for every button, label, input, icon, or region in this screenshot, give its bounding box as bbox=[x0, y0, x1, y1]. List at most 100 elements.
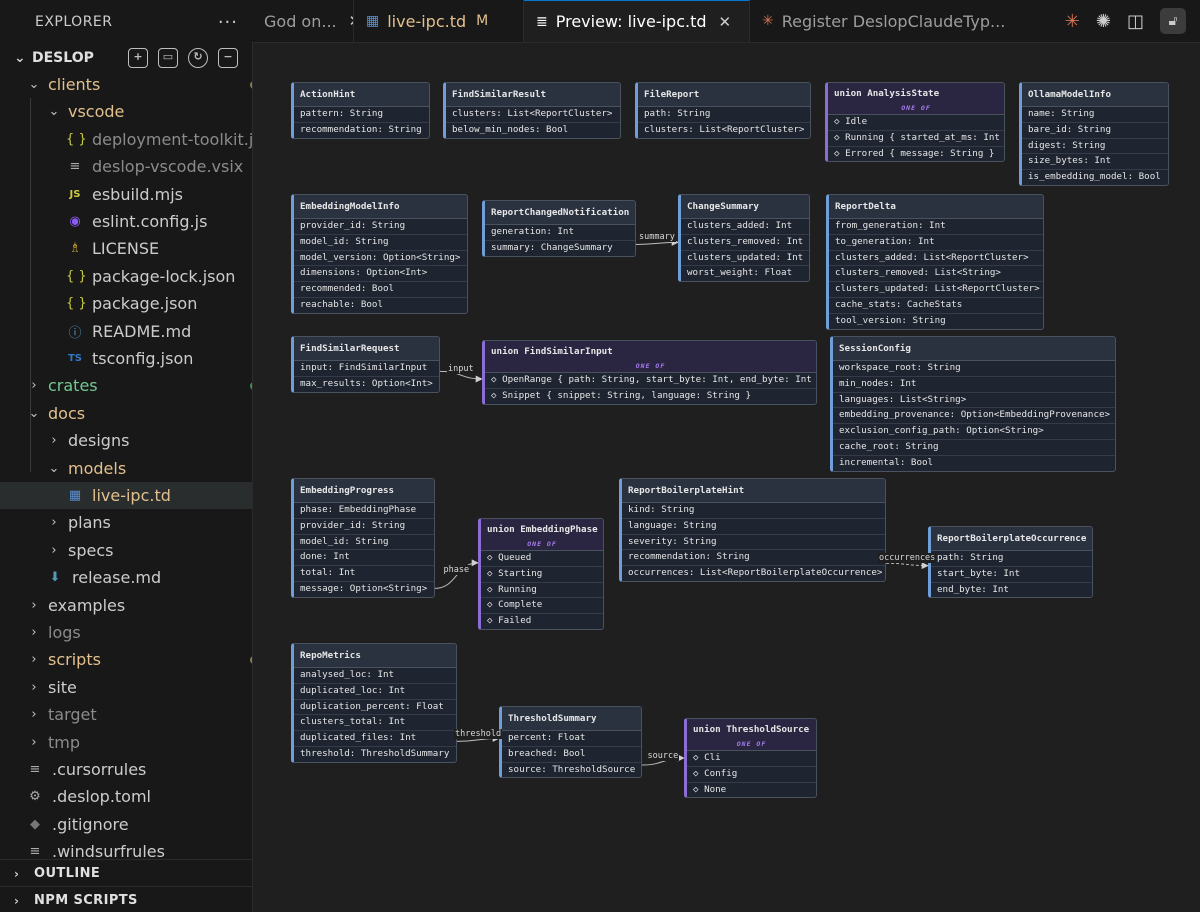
node-field: bare_id: String bbox=[1022, 123, 1168, 139]
npm-scripts-label: NPM SCRIPTS bbox=[34, 893, 138, 908]
folder-specs[interactable]: › specs bbox=[0, 537, 252, 564]
edge-label: source bbox=[646, 750, 680, 761]
file-deslop-vscode-vsix[interactable]: ≡ deslop-vscode.vsix bbox=[0, 153, 252, 180]
one-of-label: ONE OF bbox=[527, 540, 557, 548]
node-field: threshold: ThresholdSummary bbox=[300, 747, 450, 759]
file-cursorrules[interactable]: ≡ .cursorrules bbox=[0, 756, 252, 783]
folder-scripts[interactable]: › scripts bbox=[0, 646, 252, 673]
node-field: kind: String bbox=[622, 503, 885, 519]
edge-label: input bbox=[447, 364, 475, 375]
refresh-icon[interactable]: ↻ bbox=[188, 47, 208, 68]
node-title-text: ReportDelta bbox=[835, 201, 896, 212]
folder-crates[interactable]: › crates bbox=[0, 372, 252, 399]
tree-item-label: deployment-toolkit.j... bbox=[92, 129, 253, 149]
type-node-report-delta: ReportDelta from_generation: Int to_genera… bbox=[826, 194, 1044, 330]
node-field: languages: List<String> bbox=[833, 393, 1115, 409]
node-field: clusters_removed: Int bbox=[681, 235, 809, 251]
type-node-find-similar-request: FindSimilarRequest input: FindSimilarInpu… bbox=[291, 336, 440, 393]
new-folder-icon[interactable]: ▭ bbox=[158, 47, 178, 68]
tab-preview-live-ipc[interactable]: ≣ Preview: live-ipc.td ✕ bbox=[524, 0, 750, 42]
file-release-md[interactable]: ⬇ release.md bbox=[0, 564, 252, 591]
union-variant: ◇ OpenRange { path: String, start_byte: … bbox=[485, 373, 816, 389]
node-title-text: SessionConfig bbox=[839, 343, 911, 354]
split-editor-icon[interactable]: ◫ bbox=[1127, 11, 1144, 32]
folder-logs[interactable]: › logs bbox=[0, 619, 252, 646]
tree-item-label: crates bbox=[48, 376, 98, 396]
file-eslint-config-js[interactable]: ◉ eslint.config.js bbox=[0, 208, 252, 235]
npm-scripts-section[interactable]: › NPM SCRIPTS bbox=[0, 886, 252, 912]
node-field: model_version: Option<String> bbox=[294, 251, 467, 267]
file-readme-md[interactable]: ⓘ README.md bbox=[0, 318, 252, 345]
file-license[interactable]: ♗LICENSE↪ bbox=[0, 235, 252, 262]
chevron-right-icon: › bbox=[31, 378, 37, 394]
type-node-embedding-model-info: EmbeddingModelInfo provider_id: String mod… bbox=[291, 194, 468, 314]
folder-target[interactable]: › target bbox=[0, 701, 252, 728]
edge-label: threshold bbox=[454, 728, 503, 739]
file-live-ipc-td[interactable]: ▦live-ipc.tdM bbox=[0, 482, 252, 509]
node-title: union AnalysisState ONE OF bbox=[828, 83, 1004, 115]
tree-item-label: clients bbox=[48, 75, 101, 94]
file-gitignore[interactable]: ◆ .gitignore bbox=[0, 811, 252, 838]
more-actions-icon[interactable]: ··· bbox=[218, 12, 238, 33]
file-type-icon: ▦ bbox=[68, 488, 82, 503]
openai-icon[interactable]: ✺ bbox=[1096, 11, 1111, 32]
folder-examples[interactable]: › examples bbox=[0, 592, 252, 619]
node-title-text: EmbeddingProgress bbox=[300, 485, 395, 496]
edge-label: phase bbox=[442, 564, 471, 575]
node-field: model_id: String bbox=[294, 535, 434, 551]
node-field: generation: Int bbox=[485, 225, 635, 241]
new-file-icon[interactable]: + bbox=[128, 47, 148, 68]
node-field: tool_version: String bbox=[835, 314, 946, 326]
folder-models[interactable]: ⌄ models bbox=[0, 455, 252, 482]
file-deslop-toml[interactable]: ⚙ .deslop.toml bbox=[0, 783, 252, 810]
close-icon[interactable]: ✕ bbox=[719, 13, 732, 31]
node-title-text: EmbeddingModelInfo bbox=[300, 201, 400, 212]
collapse-all-icon[interactable]: − bbox=[218, 47, 238, 68]
node-title-text: ThresholdSummary bbox=[508, 713, 597, 724]
folder-vscode[interactable]: ⌄ vscode bbox=[0, 98, 252, 125]
node-field: clusters: List<ReportCluster> bbox=[446, 107, 620, 123]
one-of-label: ONE OF bbox=[901, 104, 931, 112]
node-field: duplication_percent: Float bbox=[294, 700, 456, 716]
node-field: workspace_root: String bbox=[833, 361, 1115, 377]
file-type-icon: { } bbox=[66, 131, 87, 147]
folder-docs[interactable]: ⌄ docs bbox=[0, 400, 252, 427]
node-field: end_byte: Int bbox=[937, 583, 1009, 595]
node-field: cache_root: String bbox=[833, 440, 1115, 456]
project-name: DESLOP bbox=[32, 49, 94, 66]
tree-item-label: examples bbox=[48, 595, 126, 615]
file-type-icon: ⓘ bbox=[68, 325, 82, 341]
node-title: RepoMetrics bbox=[294, 644, 456, 668]
folder-tmp[interactable]: › tmp bbox=[0, 729, 252, 756]
tab-live-ipc[interactable]: ▦ live-ipc.td M bbox=[354, 0, 524, 42]
node-title: union ThresholdSource ONE OF bbox=[687, 719, 816, 751]
file-type-icon: ♗ bbox=[69, 241, 81, 257]
node-field: reachable: Bool bbox=[300, 298, 383, 310]
file-package-json[interactable]: { } package.json bbox=[0, 290, 252, 317]
chevron-right-icon: › bbox=[51, 433, 57, 449]
folder-clients[interactable]: ⌄ clients bbox=[0, 71, 252, 98]
type-node-embedding-phase: union EmbeddingPhase ONE OF ◇ Queued ◇ Star… bbox=[478, 518, 604, 630]
folder-plans[interactable]: › plans bbox=[0, 509, 252, 536]
tree-item-label: specs bbox=[68, 540, 114, 560]
node-field: max_results: Option<Int> bbox=[300, 377, 433, 389]
file-type-icon: JS bbox=[69, 188, 81, 200]
node-title: ReportBoilerplateHint bbox=[622, 479, 885, 503]
node-title: FindSimilarResult bbox=[446, 83, 620, 107]
node-title-text: ChangeSummary bbox=[687, 201, 759, 212]
file-tsconfig-json[interactable]: TS tsconfig.json bbox=[0, 345, 252, 372]
file-deployment-toolkit-j[interactable]: { } deployment-toolkit.j... bbox=[0, 126, 253, 153]
lock-icon[interactable]: 🔓︎ bbox=[1160, 8, 1186, 34]
tab-god-on[interactable]: God on... ✕ bbox=[252, 0, 354, 42]
file-esbuild-mjs[interactable]: JS esbuild.mjs bbox=[0, 181, 252, 208]
file-package-lock-json[interactable]: { } package-lock.json bbox=[0, 263, 252, 290]
folder-site[interactable]: › site bbox=[0, 674, 252, 701]
tab-register-deslop[interactable]: ✳ Register DeslopClaudeTyp... bbox=[750, 0, 1020, 42]
tree-item-label: plans bbox=[68, 513, 111, 533]
chevron-down-icon: ⌄ bbox=[28, 405, 40, 421]
project-root[interactable]: ⌄ DESLOP + ▭ ↻ − bbox=[0, 44, 252, 71]
folder-designs[interactable]: › designs bbox=[0, 427, 252, 454]
outline-section[interactable]: › OUTLINE bbox=[0, 859, 252, 887]
type-node-embedding-progress: EmbeddingProgress phase: EmbeddingPhase pr… bbox=[291, 478, 435, 598]
claude-icon[interactable]: ✳ bbox=[1065, 11, 1080, 32]
